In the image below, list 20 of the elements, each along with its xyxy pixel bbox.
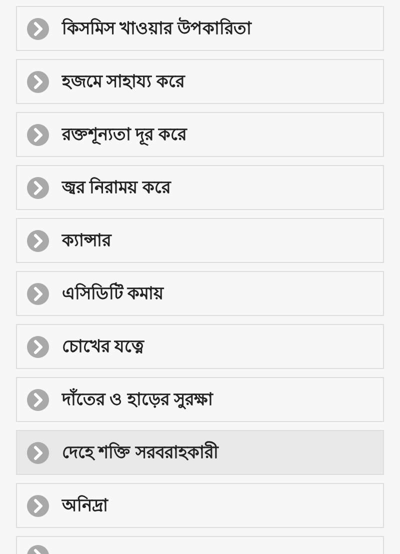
chevron-right-icon [27,494,49,516]
chevron-right-icon [27,282,49,304]
list-item[interactable]: রক্তশূন্যতা দূর করে [16,112,384,157]
chevron-right-icon [27,388,49,410]
list-item[interactable]: কিসমিস খাওয়ার উপকারিতা [16,6,384,51]
chevron-right-icon [27,442,49,464]
list-item[interactable]: হজমে সাহায্য করে [16,59,384,104]
list-item[interactable]: দাঁতের ও হাড়ের সুরক্ষা [16,377,384,422]
chevron-right-icon [27,124,49,146]
chevron-right-icon [27,230,49,252]
list-item[interactable]: জ্বর নিরাময় করে [16,165,384,210]
chevron-right-icon [27,176,49,198]
chevron-right-icon [27,336,49,358]
list-item[interactable]: চোখের যত্নে [16,324,384,369]
list-item[interactable]: অনিদ্রা [16,483,384,528]
list-item[interactable]: এসিডিটি কমায় [16,271,384,316]
chevron-right-icon [27,18,49,40]
chevron-right-icon [27,70,49,92]
list-item[interactable]: ক্যান্সার [16,218,384,263]
list-item[interactable]: দেহে শক্তি সরবরাহকারী [16,430,384,475]
